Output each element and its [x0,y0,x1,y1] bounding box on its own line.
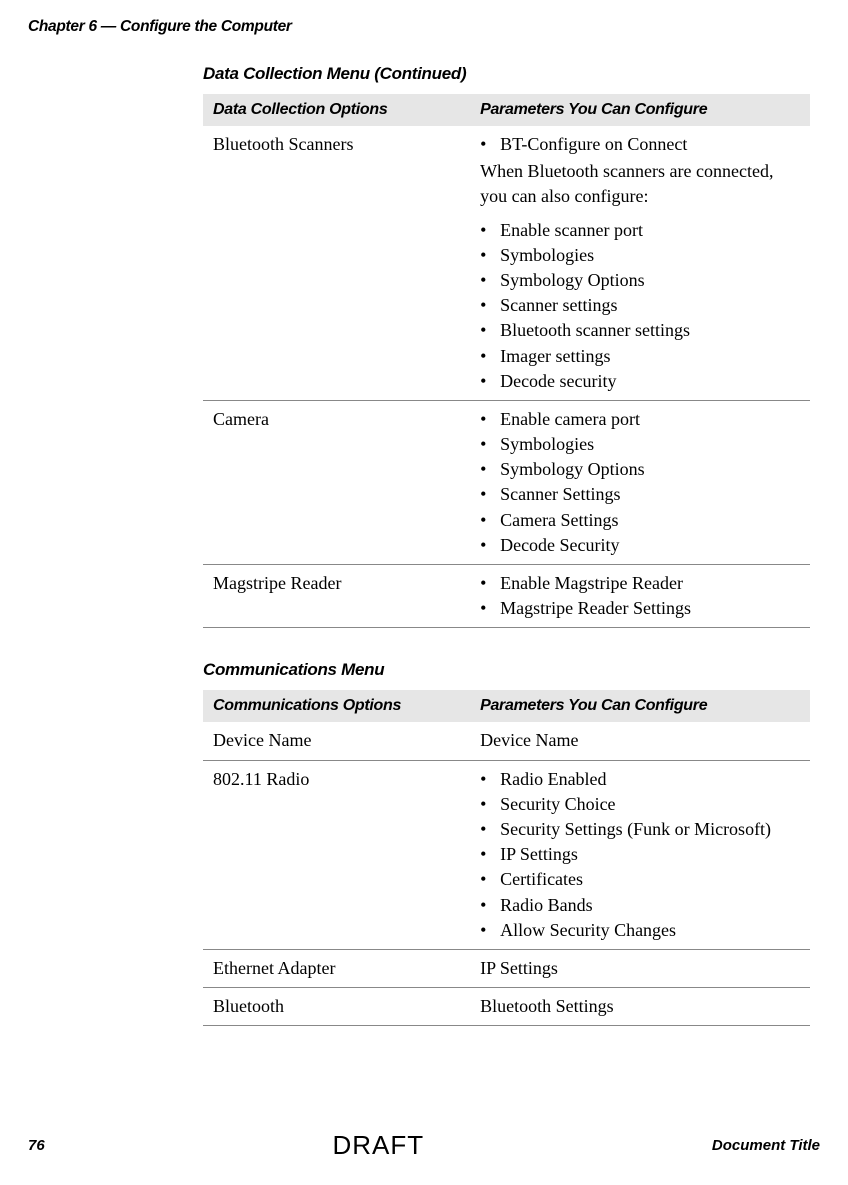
param-cell: Enable Magstripe Reader Magstripe Reader… [470,565,810,628]
list-item: Symbologies [480,243,800,268]
list-item: Magstripe Reader Settings [480,596,800,621]
list-item: Symbology Options [480,268,800,293]
option-cell: Ethernet Adapter [203,949,470,987]
table-row: Device Name Device Name [203,722,810,760]
table2-header-col2: Parameters You Can Configure [470,690,810,722]
param-cell: Bluetooth Settings [470,988,810,1026]
param-cell: Enable camera port Symbologies Symbology… [470,400,810,564]
param-cell: Device Name [470,722,810,760]
list-item: Allow Security Changes [480,918,800,943]
list-item: Radio Bands [480,893,800,918]
list-item: Decode security [480,369,800,394]
param-cell: BT-Configure on Connect When Bluetooth s… [470,126,810,400]
page-container: Chapter 6 — Configure the Computer Data … [0,0,848,1185]
table1-header-col2: Parameters You Can Configure [470,94,810,126]
list-item: Symbologies [480,432,800,457]
data-collection-table: Data Collection Options Parameters You C… [203,94,810,628]
list-item: Certificates [480,867,800,892]
table-row: Ethernet Adapter IP Settings [203,949,810,987]
page-footer: 76 DRAFT Document Title [28,1130,820,1161]
table1-header-col1: Data Collection Options [203,94,470,126]
page-number: 76 [28,1137,45,1154]
list-item: IP Settings [480,842,800,867]
table2-title: Communications Menu [203,660,810,680]
list-item: Decode Security [480,533,800,558]
list-item: Radio Enabled [480,767,800,792]
content-area: Data Collection Menu (Continued) Data Co… [203,64,810,1026]
option-cell: Bluetooth Scanners [203,126,470,400]
option-cell: Camera [203,400,470,564]
document-title: Document Title [712,1137,820,1154]
table-row: 802.11 Radio Radio Enabled Security Choi… [203,760,810,949]
param-cell: IP Settings [470,949,810,987]
list-item: Security Settings (Funk or Microsoft) [480,817,800,842]
option-cell: Device Name [203,722,470,760]
table-row: Camera Enable camera port Symbologies Sy… [203,400,810,564]
intro-text: When Bluetooth scanners are connected, y… [480,159,800,209]
list-item: Symbology Options [480,457,800,482]
list-item: Camera Settings [480,508,800,533]
list-item: Scanner Settings [480,482,800,507]
option-cell: Magstripe Reader [203,565,470,628]
option-cell: 802.11 Radio [203,760,470,949]
table-row: Bluetooth Scanners BT-Configure on Conne… [203,126,810,400]
table-row: Magstripe Reader Enable Magstripe Reader… [203,565,810,628]
chapter-header: Chapter 6 — Configure the Computer [28,18,820,36]
draft-watermark: DRAFT [332,1130,424,1161]
list-item: Enable Magstripe Reader [480,571,800,596]
list-item: Enable scanner port [480,218,800,243]
table1-title: Data Collection Menu (Continued) [203,64,810,84]
list-item: Enable camera port [480,407,800,432]
option-cell: Bluetooth [203,988,470,1026]
table-row: Bluetooth Bluetooth Settings [203,988,810,1026]
list-item: BT-Configure on Connect [480,132,800,157]
list-item: Bluetooth scanner settings [480,318,800,343]
list-item: Scanner settings [480,293,800,318]
list-item: Imager settings [480,344,800,369]
communications-table: Communications Options Parameters You Ca… [203,690,810,1026]
list-item: Security Choice [480,792,800,817]
param-cell: Radio Enabled Security Choice Security S… [470,760,810,949]
table2-header-col1: Communications Options [203,690,470,722]
